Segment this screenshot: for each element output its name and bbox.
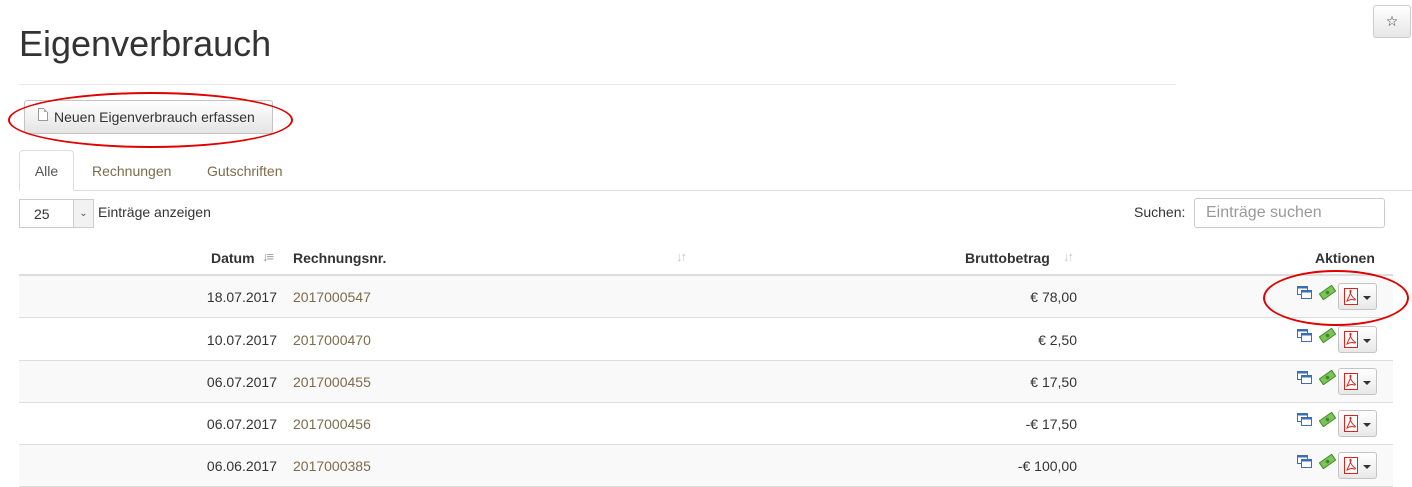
cell-amount: € 78,00 <box>1030 289 1077 305</box>
pdf-icon <box>1344 288 1358 305</box>
sort-icon: ↓↑ <box>676 249 687 264</box>
pdf-dropdown-button[interactable] <box>1338 326 1377 353</box>
invoice-number-link[interactable]: 2017000385 <box>293 458 371 474</box>
copy-icon[interactable] <box>1297 329 1312 342</box>
invoice-number-link[interactable]: 2017000455 <box>293 374 371 390</box>
copy-icon[interactable] <box>1297 286 1312 299</box>
money-icon[interactable] <box>1319 370 1336 385</box>
money-icon[interactable] <box>1319 285 1336 300</box>
entries-length-value: 25 <box>34 206 50 222</box>
caret-down-icon <box>1363 465 1371 469</box>
tab-gutschriften-label: Gutschriften <box>207 162 283 179</box>
search-input[interactable] <box>1194 198 1385 228</box>
copy-icon[interactable] <box>1297 455 1312 468</box>
pdf-dropdown-button[interactable] <box>1338 410 1377 437</box>
invoice-number-link[interactable]: 2017000456 <box>293 416 371 432</box>
invoice-number-link[interactable]: 2017000547 <box>293 289 371 305</box>
pdf-icon <box>1344 373 1358 390</box>
cell-amount: € 2,50 <box>1038 332 1077 348</box>
header-datum[interactable]: Datum <box>211 250 255 266</box>
header-bruttobetrag[interactable]: Bruttobetrag <box>965 250 1050 266</box>
new-eigenverbrauch-button[interactable]: Neuen Eigenverbrauch erfassen <box>24 100 273 134</box>
pdf-dropdown-button[interactable] <box>1338 368 1377 395</box>
pdf-dropdown-button[interactable] <box>1338 283 1377 310</box>
copy-icon[interactable] <box>1297 371 1312 384</box>
caret-down-icon <box>1363 339 1371 343</box>
header-rechnungsnr[interactable]: Rechnungsnr. <box>293 250 386 266</box>
pdf-icon <box>1344 457 1358 474</box>
pdf-icon <box>1344 415 1358 432</box>
tab-rechnungen[interactable]: Rechnungen <box>92 150 171 191</box>
caret-down-icon <box>1363 423 1371 427</box>
page-title: Eigenverbrauch <box>19 23 272 64</box>
cell-amount: -€ 17,50 <box>1025 416 1077 432</box>
title-divider <box>19 84 1176 85</box>
header-aktionen: Aktionen <box>1315 250 1375 266</box>
tab-bar: Alle Rechnungen Gutschriften <box>19 150 1412 191</box>
table-row: 18.07.2017 2017000547 € 78,00 <box>19 276 1393 318</box>
caret-down-icon <box>1363 296 1371 300</box>
cell-date: 06.06.2017 <box>206 458 277 474</box>
table-row: 06.07.2017 2017000455 € 17,50 <box>19 361 1393 403</box>
cell-amount: -€ 100,00 <box>1017 458 1077 474</box>
money-icon[interactable] <box>1319 454 1336 469</box>
entries-length-select[interactable]: 25 ⌄ <box>19 199 94 228</box>
copy-icon[interactable] <box>1297 413 1312 426</box>
document-icon <box>38 107 48 121</box>
money-icon[interactable] <box>1319 412 1336 427</box>
entries-length-label: Einträge anzeigen <box>98 204 211 220</box>
cell-date: 06.07.2017 <box>206 416 277 432</box>
table-row: 10.07.2017 2017000470 € 2,50 <box>19 319 1393 361</box>
table-row: 06.06.2017 2017000385 -€ 100,00 <box>19 445 1393 487</box>
table-row: 06.07.2017 2017000456 -€ 17,50 <box>19 403 1393 445</box>
tab-rechnungen-label: Rechnungen <box>92 162 172 179</box>
new-eigenverbrauch-label: Neuen Eigenverbrauch erfassen <box>54 109 255 125</box>
invoice-number-link[interactable]: 2017000470 <box>293 332 371 348</box>
cell-date: 10.07.2017 <box>206 332 277 348</box>
tab-alle-label: Alle <box>34 162 59 179</box>
pdf-dropdown-button[interactable] <box>1338 452 1377 479</box>
chevron-down-icon: ⌄ <box>73 200 93 227</box>
money-icon[interactable] <box>1319 328 1336 343</box>
pdf-icon <box>1344 331 1358 348</box>
sort-desc-icon: ↓≡ <box>262 249 274 264</box>
cell-date: 18.07.2017 <box>206 289 277 305</box>
search-label: Suchen: <box>1134 204 1186 220</box>
cell-amount: € 17,50 <box>1030 374 1077 390</box>
star-icon: ☆ <box>1385 13 1399 29</box>
tab-alle[interactable]: Alle <box>19 150 74 191</box>
cell-date: 06.07.2017 <box>206 374 277 390</box>
sort-icon: ↓↑ <box>1063 249 1074 264</box>
favorite-star-button[interactable]: ☆ <box>1373 5 1411 38</box>
caret-down-icon <box>1363 381 1371 385</box>
tab-gutschriften[interactable]: Gutschriften <box>207 150 282 191</box>
